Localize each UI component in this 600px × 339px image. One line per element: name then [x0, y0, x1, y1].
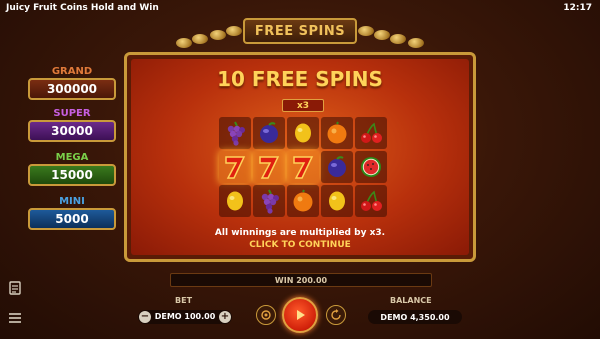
jackpot-mini: MINI 5000 — [28, 196, 116, 230]
symbol-grapes — [253, 185, 285, 217]
symbol-lemon — [287, 117, 319, 149]
orange-icon — [327, 121, 347, 144]
reel-grid — [219, 117, 389, 219]
lemon-icon — [329, 191, 345, 211]
jackpot-grand-label: GRAND — [51, 66, 93, 77]
jackpot-grand: GRAND 300000 — [28, 66, 116, 100]
jackpot-mini-value: 5000 — [28, 208, 116, 230]
plum-icon — [328, 156, 346, 177]
lemon-icon — [295, 123, 311, 143]
symbol-plum — [321, 151, 353, 183]
status-bar: Juicy Fruit Coins Hold and Win 12:17 — [0, 0, 600, 18]
jackpot-mega-value: 15000 — [28, 164, 116, 186]
seven-icon — [259, 156, 280, 179]
free-spins-badge: FREE SPINS — [243, 18, 357, 44]
turbo-icon — [331, 309, 341, 320]
symbol-lemon — [219, 185, 251, 217]
paytable-icon[interactable] — [8, 280, 22, 295]
popup-panel[interactable]: 10 FREE SPINS x3 All winnings are multip… — [131, 59, 469, 255]
symbol-plum — [253, 117, 285, 149]
bet-decrease-button[interactable]: − — [139, 311, 151, 323]
free-spins-popup[interactable]: 10 FREE SPINS x3 All winnings are multip… — [124, 52, 476, 262]
symbol-orange — [287, 185, 319, 217]
jackpot-mega: MEGA 15000 — [28, 152, 116, 186]
balance-label: BALANCE — [390, 296, 432, 305]
autoplay-icon — [261, 310, 271, 320]
seven-icon — [293, 156, 314, 179]
cherries-icon — [361, 122, 382, 143]
symbol-cherries — [355, 117, 387, 149]
cherries-icon — [361, 190, 382, 211]
seven-icon — [225, 156, 246, 179]
bet-value: DEMO 100.00 — [154, 312, 216, 321]
autoplay-button[interactable] — [256, 305, 276, 325]
symbol-seven — [253, 151, 285, 183]
turbo-button[interactable] — [326, 305, 346, 325]
jackpot-super-value: 30000 — [28, 120, 116, 142]
balance-value: DEMO 4,350.00 — [368, 310, 462, 324]
bet-label: BET — [175, 296, 193, 305]
bet-increase-button[interactable]: + — [219, 311, 231, 323]
symbol-cherries — [355, 185, 387, 217]
win-display: WIN 200.00 — [170, 273, 432, 287]
clock: 12:17 — [563, 3, 592, 13]
symbol-orange — [321, 117, 353, 149]
multiplier-badge: x3 — [282, 99, 324, 112]
symbol-seven — [287, 151, 319, 183]
popup-title: 10 FREE SPINS — [217, 67, 383, 91]
click-to-continue[interactable]: CLICK TO CONTINUE — [131, 240, 469, 250]
symbol-grapes — [219, 117, 251, 149]
lemon-icon — [227, 191, 243, 211]
jackpot-super-label: SUPER — [53, 108, 91, 119]
spin-button[interactable] — [282, 297, 318, 333]
jackpot-super: SUPER 30000 — [28, 108, 116, 142]
jackpot-mini-label: MINI — [59, 196, 85, 207]
jackpot-mega-label: MEGA — [55, 152, 89, 163]
symbol-seven — [219, 151, 251, 183]
menu-icon[interactable] — [8, 310, 22, 324]
free-spins-badge-label: FREE SPINS — [254, 23, 346, 39]
orange-icon — [293, 189, 313, 212]
grapes-icon — [227, 121, 245, 146]
spin-icon — [297, 310, 305, 320]
game-title: Juicy Fruit Coins Hold and Win — [6, 3, 159, 13]
popup-message: All winnings are multiplied by x3. — [214, 228, 386, 238]
jackpot-grand-value: 300000 — [28, 78, 116, 100]
watermelon-icon — [361, 157, 381, 177]
symbol-lemon — [321, 185, 353, 217]
symbol-watermelon — [355, 151, 387, 183]
plum-icon — [260, 122, 278, 143]
bet-selector: − DEMO 100.00 + — [138, 310, 232, 324]
grapes-icon — [261, 189, 279, 214]
